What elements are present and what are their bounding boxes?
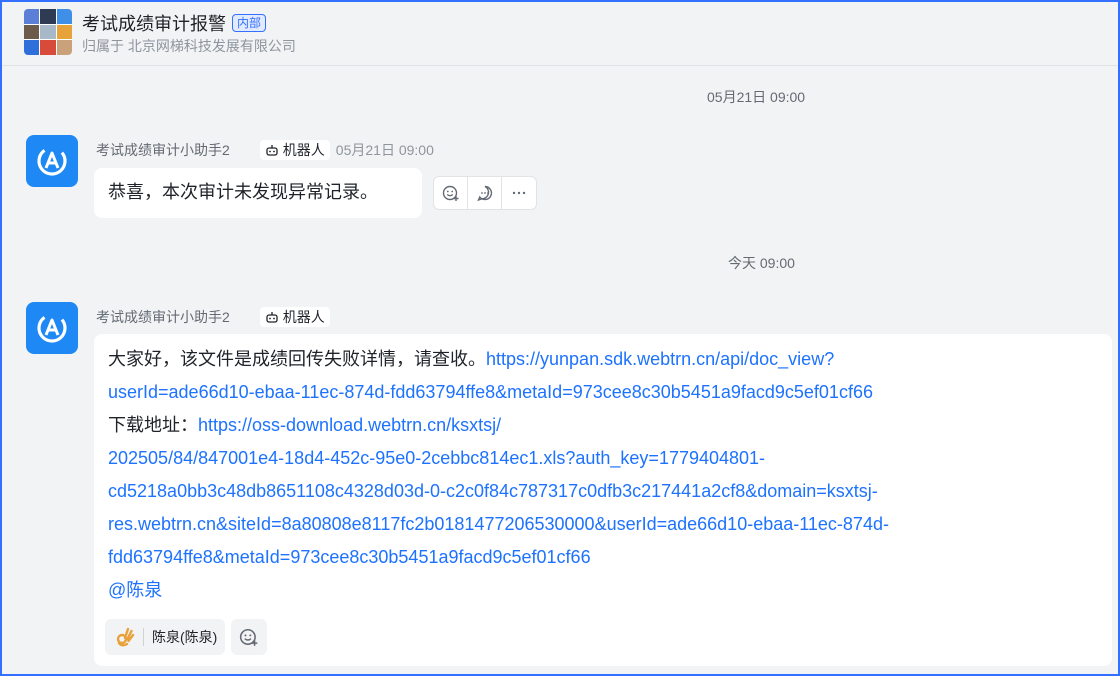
add-reaction-button[interactable] bbox=[434, 177, 468, 209]
doc-view-link[interactable]: https://yunpan.sdk.webtrn.cn/api/doc_vie… bbox=[486, 349, 834, 369]
reaction-row: 陈泉(陈泉) bbox=[105, 619, 268, 655]
time-divider: 05月21日 09:00 bbox=[707, 89, 806, 105]
reaction-chip[interactable]: 陈泉(陈泉) bbox=[105, 619, 226, 655]
chat-header: 考试成绩审计报警 内部 归属于 北京网梯科技发展有限公司 bbox=[2, 2, 1118, 66]
robot-icon bbox=[266, 145, 278, 156]
mention-link[interactable]: @陈泉 bbox=[108, 580, 162, 600]
bot-tag: 机器人 bbox=[259, 307, 330, 327]
reply-button[interactable] bbox=[468, 177, 502, 209]
bot-avatar[interactable] bbox=[26, 302, 78, 354]
message-line: 大家好，该文件是成绩回传失败详情，请查收。https://yunpan.sdk.… bbox=[108, 343, 1098, 376]
message-meta: 考试成绩审计小助手2 机器人 bbox=[96, 307, 330, 327]
add-reaction-button[interactable] bbox=[231, 619, 268, 655]
message-meta: 考试成绩审计小助手2 机器人 05月21日 09:00 bbox=[96, 140, 434, 160]
internal-tag: 内部 bbox=[232, 14, 267, 32]
message-text: 大家好，该文件是成绩回传失败详情，请查收。 bbox=[108, 349, 486, 369]
bot-avatar[interactable] bbox=[26, 135, 78, 187]
message-text: 恭喜，本次审计未发现异常记录。 bbox=[108, 182, 378, 202]
download-link-cont[interactable]: 202505/84/847001e4-18d4-452c-95e0-2cebbc… bbox=[108, 448, 765, 468]
more-button[interactable] bbox=[502, 177, 536, 209]
chat-window: 考试成绩审计报警 内部 归属于 北京网梯科技发展有限公司 05月21日 09:0… bbox=[0, 0, 1120, 676]
message-bubble[interactable]: 大家好，该文件是成绩回传失败详情，请查收。https://yunpan.sdk.… bbox=[94, 334, 1112, 666]
time-divider: 今天 09:00 bbox=[728, 255, 795, 271]
download-link-cont[interactable]: fdd63794ffe8&metaId=973cee8c30b5451a9fac… bbox=[108, 547, 591, 567]
message-bubble[interactable]: 恭喜，本次审计未发现异常记录。 bbox=[94, 168, 422, 218]
bot-logo-icon bbox=[37, 146, 67, 176]
group-avatar[interactable] bbox=[24, 9, 72, 55]
comment-icon bbox=[476, 185, 492, 202]
more-icon bbox=[512, 191, 526, 195]
download-link[interactable]: https://oss-download.webtrn.cn/ksxtsj/ bbox=[198, 415, 501, 435]
download-label: 下载地址： bbox=[108, 415, 198, 435]
bot-tag: 机器人 bbox=[259, 140, 330, 160]
bot-logo-icon bbox=[37, 313, 67, 343]
reaction-user: 陈泉(陈泉) bbox=[152, 629, 218, 645]
download-link-cont[interactable]: cd5218a0bb3c48db8651108c4328d03d-0-c2c0f… bbox=[108, 481, 878, 501]
message-time: 05月21日 09:00 bbox=[335, 142, 434, 158]
download-link-cont[interactable]: res.webtrn.cn&siteId=8a80808e8117fc2b018… bbox=[108, 514, 889, 534]
robot-icon bbox=[266, 312, 278, 323]
group-title: 考试成绩审计报警 bbox=[82, 14, 226, 34]
ok-hand-icon bbox=[116, 627, 135, 647]
doc-view-link-cont[interactable]: userId=ade66d10-ebaa-11ec-874d-fdd63794f… bbox=[108, 382, 873, 402]
sender-name[interactable]: 考试成绩审计小助手2 bbox=[96, 140, 230, 160]
message-actions bbox=[433, 176, 537, 210]
emoji-add-icon bbox=[442, 185, 458, 201]
sender-name[interactable]: 考试成绩审计小助手2 bbox=[96, 307, 230, 327]
group-subtitle: 归属于 北京网梯科技发展有限公司 bbox=[82, 38, 296, 54]
emoji-add-icon bbox=[240, 629, 258, 646]
